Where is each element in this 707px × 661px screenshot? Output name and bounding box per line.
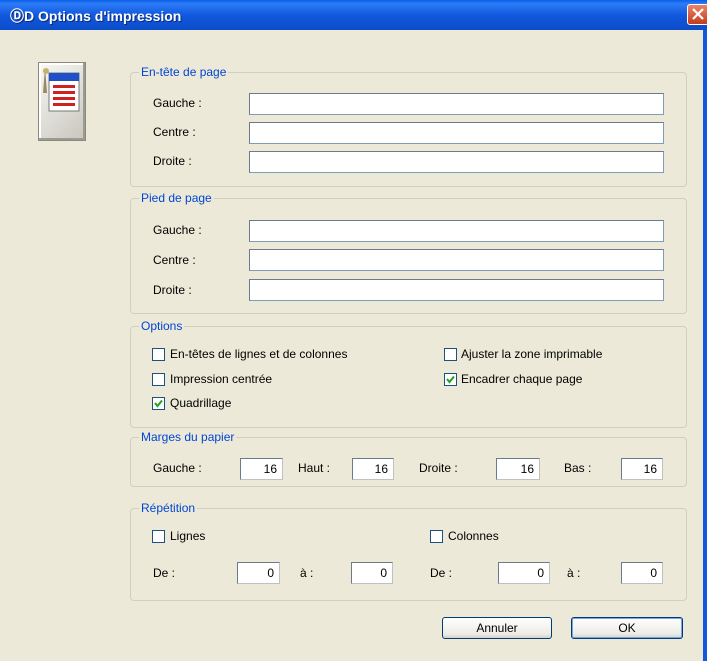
cols-from-label: De : <box>430 566 453 580</box>
rows-from-input[interactable]: 0 <box>237 562 280 584</box>
title-bar[interactable]: ⒹD Options d'impression <box>0 0 707 30</box>
rows-from-label: De : <box>153 566 176 580</box>
close-button[interactable] <box>687 4 707 25</box>
margin-left-input[interactable]: 16 <box>240 458 283 480</box>
repeat-cols-label[interactable]: Colonnes <box>448 529 499 543</box>
fit-printable-checkbox[interactable] <box>444 348 457 361</box>
footer-right-input[interactable] <box>249 279 664 301</box>
margins-group: Marges du papier <box>130 429 687 487</box>
margin-top-input[interactable]: 16 <box>352 458 394 480</box>
margin-right-input[interactable]: 16 <box>496 458 540 480</box>
header-group-title: En-tête de page <box>139 64 229 80</box>
footer-left-input[interactable] <box>249 220 664 242</box>
4d-logo-icon: ⒹD <box>10 8 35 24</box>
header-center-input[interactable] <box>249 122 664 144</box>
cols-from-input[interactable]: 0 <box>498 562 550 584</box>
header-center-label: Centre : <box>153 125 196 139</box>
row-col-headers-label[interactable]: En-têtes de lignes et de colonnes <box>170 347 347 361</box>
footer-center-label: Centre : <box>153 253 196 267</box>
repeat-rows-checkbox[interactable] <box>152 530 165 543</box>
centered-print-label[interactable]: Impression centrée <box>170 372 272 386</box>
window-border <box>703 30 707 661</box>
header-left-label: Gauche : <box>153 96 202 110</box>
options-group-title: Options <box>139 318 185 334</box>
checkmark-icon <box>446 375 455 384</box>
repeat-rows-label[interactable]: Lignes <box>170 529 205 543</box>
margin-top-label: Haut : <box>298 461 331 475</box>
cols-to-label: à : <box>567 566 581 580</box>
footer-group-title: Pied de page <box>139 190 214 206</box>
footer-left-label: Gauche : <box>153 223 202 237</box>
footer-right-label: Droite : <box>153 283 192 297</box>
fit-printable-label[interactable]: Ajuster la zone imprimable <box>461 347 602 361</box>
checkmark-icon <box>154 399 163 408</box>
header-left-input[interactable] <box>249 93 664 115</box>
grid-checkbox[interactable] <box>152 397 165 410</box>
margin-right-label: Droite : <box>419 461 458 475</box>
footer-center-input[interactable] <box>249 249 664 271</box>
close-icon <box>692 8 704 20</box>
frame-each-page-label[interactable]: Encadrer chaque page <box>461 372 582 386</box>
margins-group-title: Marges du papier <box>139 429 237 445</box>
print-document-icon <box>38 62 86 141</box>
margin-left-label: Gauche : <box>153 461 202 475</box>
cols-to-input[interactable]: 0 <box>621 562 663 584</box>
rows-to-input[interactable]: 0 <box>351 562 393 584</box>
repeat-group: Répétition <box>130 500 687 601</box>
rows-to-label: à : <box>300 566 314 580</box>
margin-bottom-input[interactable]: 16 <box>621 458 663 480</box>
centered-print-checkbox[interactable] <box>152 373 165 386</box>
repeat-cols-checkbox[interactable] <box>430 530 443 543</box>
header-right-input[interactable] <box>249 151 664 173</box>
ok-button[interactable]: OK <box>571 617 683 639</box>
window-title: ⒹD Options d'impression <box>10 8 182 24</box>
margin-bottom-label: Bas : <box>564 461 592 475</box>
repeat-group-title: Répétition <box>139 500 198 516</box>
row-col-headers-checkbox[interactable] <box>152 348 165 361</box>
cancel-button[interactable]: Annuler <box>442 617 552 639</box>
header-right-label: Droite : <box>153 154 192 168</box>
frame-each-page-checkbox[interactable] <box>444 373 457 386</box>
grid-label[interactable]: Quadrillage <box>170 396 231 410</box>
